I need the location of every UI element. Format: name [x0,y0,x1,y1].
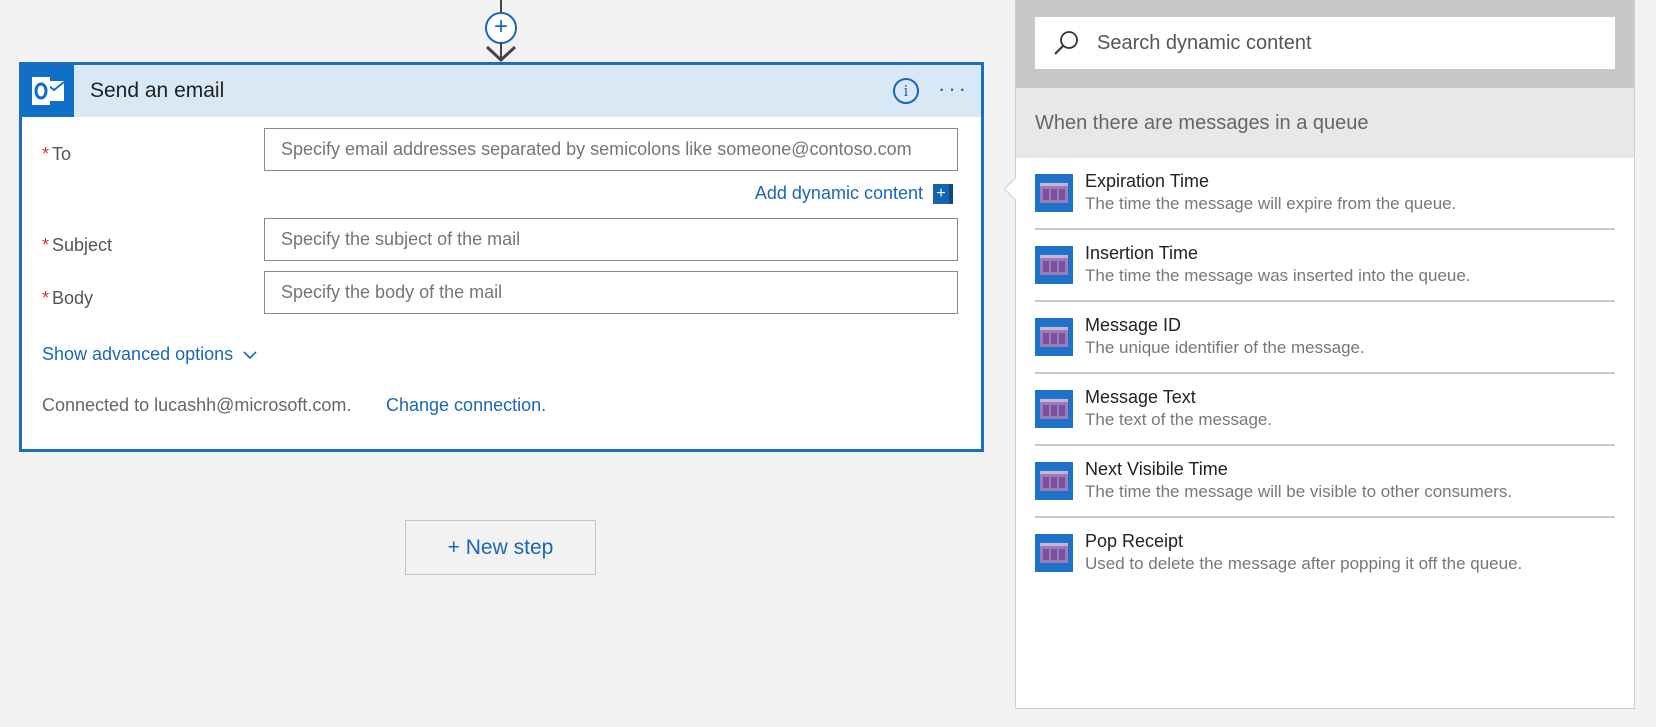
info-icon[interactable]: i [893,78,919,104]
body-field[interactable] [264,271,958,314]
dynamic-content-panel: When there are messages in a queue Expir… [1003,0,1635,709]
dynamic-content-title: Insertion Time [1085,243,1199,263]
dynamic-content-item[interactable]: Pop Receipt Used to delete the message a… [1035,518,1615,590]
search-icon [1054,31,1078,55]
card-title[interactable]: Send an email [90,79,981,103]
required-marker: * [42,144,50,164]
advanced-label: Show advanced options [42,344,234,364]
queue-storage-icon [1035,246,1073,284]
queue-storage-icon [1035,390,1073,428]
outlook-icon [22,65,74,117]
dynamic-content-description: The time the message was inserted into t… [1085,266,1471,285]
search-area [1016,0,1634,88]
insert-step-button[interactable]: + [485,12,517,44]
dynamic-content-list: Expiration Time The time the message wil… [1016,158,1634,590]
required-marker: * [42,288,50,308]
dynamic-content-item[interactable]: Message Text The text of the message. [1035,374,1615,446]
change-connection-link[interactable]: Change connection. [386,395,546,416]
dynamic-content-description: The time the message will expire from th… [1085,194,1457,213]
queue-storage-icon [1035,534,1073,572]
chevron-down-icon [243,350,257,359]
add-dynamic-content-link[interactable]: Add dynamic content + [755,183,953,204]
dynamic-content-item[interactable]: Insertion Time The time the message was … [1035,230,1615,302]
add-dynamic-plus-icon: + [933,183,953,204]
to-label: * To [42,144,72,164]
subject-label: * Subject [42,235,113,255]
show-advanced-options-link[interactable]: Show advanced options [42,344,257,365]
send-email-card: Send an email i ··· *To Add dynamic cont… [19,62,984,452]
required-marker: * [42,235,50,255]
dynamic-content-title: Message ID [1085,315,1182,335]
dynamic-content-title: Message Text [1085,387,1196,407]
section-header[interactable]: When there are messages in a queue [1016,88,1634,158]
body-label: * Body [42,288,94,308]
flow-connector-line [500,0,502,12]
more-icon[interactable]: ··· [938,78,969,100]
dynamic-content-item[interactable]: Message ID The unique identifier of the … [1035,302,1615,374]
new-step-button[interactable]: + New step [405,520,596,575]
down-arrow-icon [485,42,517,62]
subject-field[interactable] [264,218,958,261]
queue-storage-icon [1035,318,1073,356]
search-box[interactable] [1035,17,1615,69]
add-dynamic-label: Add dynamic content [754,183,923,203]
dynamic-content-item[interactable]: Expiration Time The time the message wil… [1035,158,1615,230]
to-field[interactable] [264,128,958,171]
card-header[interactable]: Send an email i ··· [22,65,981,117]
dynamic-content-item[interactable]: Next Visibile Time The time the message … [1035,446,1615,518]
dynamic-content-description: Used to delete the message after popping… [1085,554,1523,573]
queue-storage-icon [1035,174,1073,212]
dynamic-content-title: Next Visibile Time [1085,459,1228,479]
dynamic-content-description: The unique identifier of the message. [1085,338,1365,357]
dynamic-content-title: Expiration Time [1085,171,1210,191]
connection-status: Connected to lucashh@microsoft.com. [42,395,352,415]
queue-storage-icon [1035,462,1073,500]
dynamic-content-title: Pop Receipt [1085,531,1184,551]
dynamic-content-description: The time the message will be visible to … [1085,482,1513,501]
dynamic-content-description: The text of the message. [1085,410,1273,429]
search-input[interactable] [1097,31,1577,55]
